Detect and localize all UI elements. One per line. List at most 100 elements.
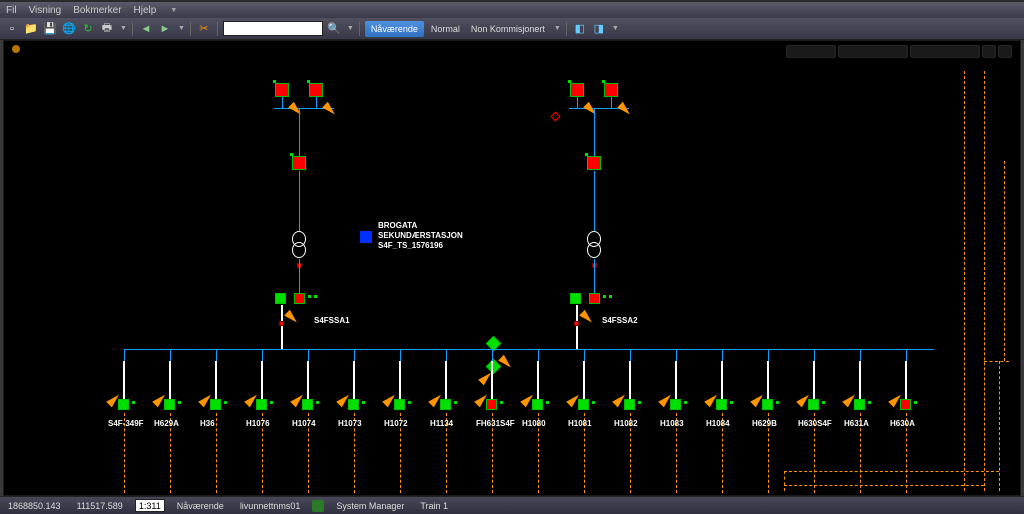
- globe-icon[interactable]: 🌐: [61, 21, 77, 37]
- indicator: [132, 401, 135, 404]
- switch-open[interactable]: [275, 293, 286, 304]
- menu-expand-icon[interactable]: ▼: [170, 7, 177, 14]
- status-view[interactable]: Nåværende: [173, 501, 228, 511]
- conductor: [594, 171, 595, 231]
- feeder-switch[interactable]: [394, 399, 405, 410]
- conductor: [299, 259, 300, 293]
- arrow-icon: [498, 355, 514, 371]
- indicator: [290, 153, 293, 156]
- dropdown-2-icon[interactable]: ▼: [178, 25, 185, 32]
- feeder-switch[interactable]: [808, 399, 819, 410]
- feeder-conductor: [629, 361, 631, 399]
- menu-bokmerker[interactable]: Bokmerker: [73, 5, 121, 16]
- cable-route: [964, 71, 965, 491]
- feeder-conductor: [491, 361, 493, 399]
- view-current-button[interactable]: Nåværende: [365, 21, 424, 37]
- save-icon[interactable]: 💾: [42, 21, 58, 37]
- indicator: [273, 80, 276, 83]
- feeder-switch[interactable]: [670, 399, 681, 410]
- feeder-label: H629A: [154, 419, 179, 428]
- feeder-label: S4F-349F: [108, 419, 144, 428]
- nav-fwd-icon[interactable]: ►: [157, 21, 173, 37]
- sld-canvas[interactable]: S4FSSA1 S4FSSA2 BROGATA SEKUNDÆRSTASJON …: [3, 40, 1021, 496]
- feeder-switch[interactable]: [716, 399, 727, 410]
- view-noncomm-button[interactable]: Non Kommisjonert: [467, 24, 549, 34]
- scale-input[interactable]: [135, 499, 165, 512]
- feeder-switch[interactable]: [624, 399, 635, 410]
- dropdown-1-icon[interactable]: ▼: [120, 25, 127, 32]
- menu-hjelp[interactable]: Hjelp: [134, 5, 157, 16]
- status-sysmgr[interactable]: System Manager: [332, 501, 408, 511]
- feeder-switch[interactable]: [486, 399, 497, 410]
- feeder-conductor: [169, 361, 171, 399]
- feeder-label: H1134: [430, 419, 453, 428]
- dropdown-4-icon[interactable]: ▼: [554, 25, 561, 32]
- feeder-switch[interactable]: [440, 399, 451, 410]
- feeder-switch[interactable]: [302, 399, 313, 410]
- feeder-conductor: [123, 361, 125, 399]
- feeder-switch[interactable]: [164, 399, 175, 410]
- menu-visning[interactable]: Visning: [29, 5, 62, 16]
- cable-route: [784, 485, 984, 486]
- breaker-closed[interactable]: [292, 156, 306, 170]
- feeder-switch[interactable]: [210, 399, 221, 410]
- feeder-switch[interactable]: [854, 399, 865, 410]
- indicator: [314, 295, 317, 298]
- search-icon[interactable]: 🔍: [326, 21, 342, 37]
- indicator: [316, 401, 319, 404]
- open-icon[interactable]: 📁: [23, 21, 39, 37]
- status-train[interactable]: Train 1: [416, 501, 452, 511]
- dropdown-3-icon[interactable]: ▼: [347, 25, 354, 32]
- print-icon[interactable]: 🖶: [99, 21, 115, 37]
- arrow-icon: [284, 310, 300, 326]
- overlay-btn[interactable]: [786, 45, 836, 58]
- feeder-label: H630S4F: [798, 419, 832, 428]
- breaker-closed[interactable]: [604, 83, 618, 97]
- breaker-closed[interactable]: [570, 83, 584, 97]
- overlay-btn[interactable]: [982, 45, 996, 58]
- feeder-label: H1082: [614, 419, 638, 428]
- new-icon[interactable]: ▫: [4, 21, 20, 37]
- overlay-btn[interactable]: [838, 45, 908, 58]
- separator: [190, 22, 191, 36]
- feeder-switch[interactable]: [532, 399, 543, 410]
- tool-a-icon[interactable]: ◧: [572, 21, 588, 37]
- breaker-closed[interactable]: [587, 156, 601, 170]
- status-ok-icon: [312, 500, 324, 512]
- bus2-label: S4FSSA2: [602, 316, 638, 325]
- cut-icon[interactable]: ✂: [196, 21, 212, 37]
- breaker-closed[interactable]: [309, 83, 323, 97]
- dropdown-5-icon[interactable]: ▼: [612, 25, 619, 32]
- feeder-label: H631A: [844, 419, 869, 428]
- breaker-closed[interactable]: [275, 83, 289, 97]
- feeder-switch[interactable]: [256, 399, 267, 410]
- tool-b-icon[interactable]: ◨: [591, 21, 607, 37]
- statusbar: 1868850.143 111517.589 Nåværende livunne…: [0, 496, 1024, 514]
- station-marker-icon: [360, 231, 372, 243]
- separator: [132, 22, 133, 36]
- station-name-1: BROGATA: [378, 221, 417, 230]
- feeder-switch[interactable]: [578, 399, 589, 410]
- indicator: [224, 401, 227, 404]
- view-normal-button[interactable]: Normal: [427, 24, 464, 34]
- overlay-btn[interactable]: [910, 45, 980, 58]
- menu-fil[interactable]: Fil: [6, 5, 17, 16]
- station-id: S4F_TS_1576196: [378, 241, 443, 250]
- feeder-conductor: [445, 361, 447, 399]
- indicator: [609, 295, 612, 298]
- breaker-closed[interactable]: [294, 293, 305, 304]
- feeder-switch[interactable]: [900, 399, 911, 410]
- feeder-conductor: [675, 361, 677, 399]
- refresh-icon[interactable]: ↻: [80, 21, 96, 37]
- feeder-label: H1083: [660, 419, 684, 428]
- nav-back-icon[interactable]: ◄: [138, 21, 154, 37]
- overlay-btn[interactable]: [998, 45, 1012, 58]
- node: [279, 321, 284, 326]
- feeder-switch[interactable]: [762, 399, 773, 410]
- search-input[interactable]: [223, 21, 323, 36]
- feeder-switch[interactable]: [118, 399, 129, 410]
- indicator: [602, 80, 605, 83]
- feeder-switch[interactable]: [348, 399, 359, 410]
- switch-open[interactable]: [570, 293, 581, 304]
- breaker-closed[interactable]: [589, 293, 600, 304]
